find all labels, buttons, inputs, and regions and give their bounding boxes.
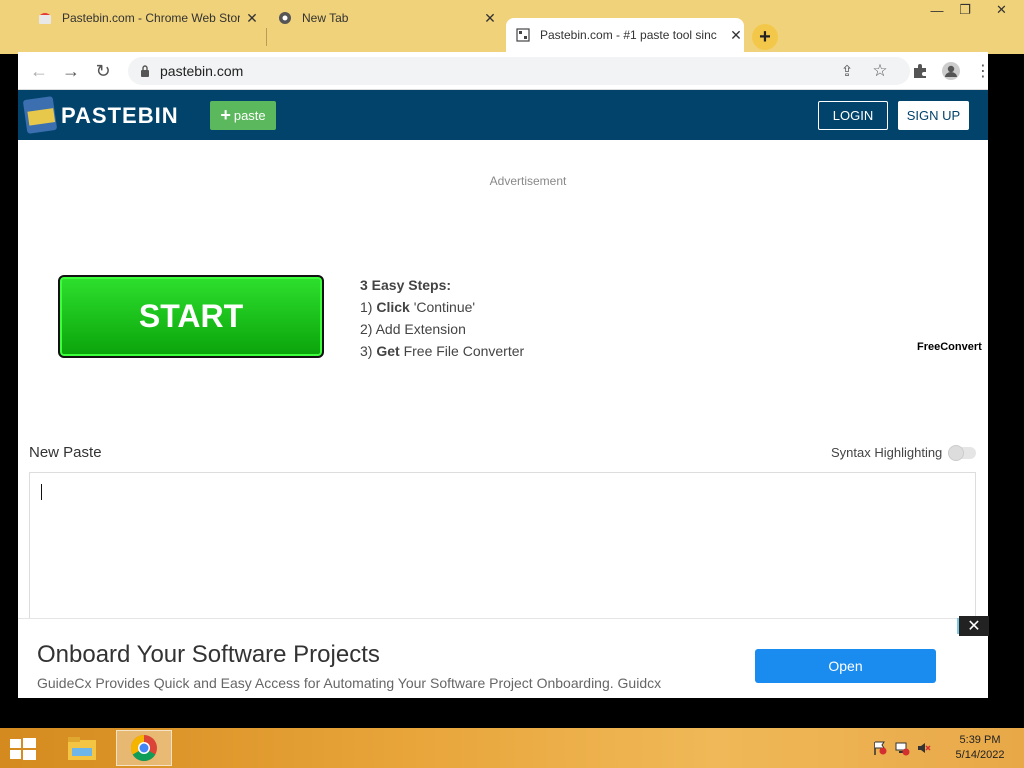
folder-icon (68, 737, 96, 760)
new-paste-button[interactable]: + paste (210, 101, 276, 130)
chrome-taskbar-button[interactable] (116, 730, 172, 766)
pastebin-favicon-icon (516, 28, 530, 42)
clock-date: 5/14/2022 (955, 749, 1005, 761)
profile-avatar-icon[interactable] (938, 58, 964, 84)
tab-new-tab[interactable]: New Tab ✕ (278, 2, 498, 34)
windows-start-icon[interactable] (8, 736, 38, 762)
clock-time: 5:39 PM (959, 734, 1001, 746)
brand-name[interactable]: PASTEBIN (61, 103, 179, 129)
advertisement-label: Advertisement (489, 174, 567, 188)
main-content: Advertisement START 3 Easy Steps: 1) Cli… (18, 140, 988, 618)
step-number: 2) (360, 321, 373, 337)
tab-pastebin-active[interactable]: Pastebin.com - #1 paste tool sinc ✕ (506, 18, 744, 52)
tab-close-icon[interactable]: ✕ (244, 10, 260, 27)
back-arrow-icon[interactable]: ← (26, 58, 52, 84)
ad-start-button[interactable]: START (58, 275, 324, 358)
file-explorer-taskbar-button[interactable] (54, 730, 110, 766)
close-window-button[interactable]: ✕ (979, 0, 1024, 20)
extensions-puzzle-icon[interactable] (907, 58, 933, 84)
login-button[interactable]: LOGIN (818, 101, 888, 130)
banner-close-icon[interactable]: ✕ (959, 616, 989, 636)
banner-ad-subtitle: GuideCx Provides Quick and Easy Access f… (37, 675, 662, 691)
step-text: Add Extension (375, 321, 466, 337)
steps-heading: 3 Easy Steps: (360, 277, 452, 293)
system-tray (872, 740, 932, 756)
step-text: 'Continue' (413, 299, 476, 315)
toggle-knob (948, 444, 965, 461)
maximize-button[interactable]: ❐ (950, 0, 980, 20)
new-paste-heading: New Paste (29, 444, 102, 461)
syntax-highlighting-control: Syntax Highlighting (831, 444, 977, 461)
tab-close-icon[interactable]: ✕ (728, 27, 744, 44)
step-text: Free File Converter (403, 343, 525, 359)
tab-separator (266, 28, 267, 46)
network-icon[interactable] (894, 740, 910, 756)
share-icon[interactable]: ⇪ (834, 58, 860, 84)
chrome-favicon-icon (279, 12, 291, 24)
reload-icon[interactable]: ↻ (90, 58, 116, 84)
ad-sponsor[interactable]: FreeConvert (917, 341, 982, 353)
tab-title: New Tab (302, 11, 349, 25)
pastebin-header: PASTEBIN + paste LOGIN SIGN UP (18, 90, 988, 140)
volume-muted-icon[interactable] (916, 740, 932, 756)
tab-title: Pastebin.com - Chrome Web Stor (62, 11, 240, 25)
forward-arrow-icon[interactable]: → (58, 58, 84, 84)
pastebin-logo-icon (23, 96, 57, 134)
step-3: 3) Get Free File Converter (360, 340, 524, 362)
system-clock[interactable]: 5:39 PM 5/14/2022 (945, 733, 1015, 763)
plus-icon: + (220, 105, 231, 125)
signup-button[interactable]: SIGN UP (898, 101, 969, 130)
syntax-highlighting-label: Syntax Highlighting (831, 445, 943, 460)
new-paste-label: paste (233, 108, 266, 123)
tab-pastebin-webstore[interactable]: Pastebin.com - Chrome Web Stor ✕ (38, 2, 260, 34)
url-text: pastebin.com (160, 63, 244, 79)
step-number: 1) (360, 299, 373, 315)
banner-ad-title[interactable]: Onboard Your Software Projects (37, 641, 380, 669)
step-1: 1) Click 'Continue' (360, 296, 524, 318)
menu-kebab-icon[interactable]: ⋮ (970, 58, 996, 84)
syntax-highlighting-toggle[interactable] (948, 444, 977, 461)
banner-ad[interactable]: Onboard Your Software Projects GuideCx P… (18, 618, 988, 698)
action-center-flag-icon[interactable] (872, 740, 888, 756)
tab-close-icon[interactable]: ✕ (482, 10, 498, 27)
browser-toolbar: ← → ↻ pastebin.com ⇪ ☆ ⋮ (18, 52, 991, 90)
lock-icon (141, 65, 149, 77)
text-caret (41, 484, 42, 500)
chrome-icon (130, 734, 157, 762)
tab-title: Pastebin.com - #1 paste tool sinc (540, 28, 717, 42)
step-bold: Get (376, 343, 400, 359)
paste-textarea[interactable] (29, 472, 976, 618)
step-2: 2) Add Extension (360, 318, 524, 340)
minimize-button[interactable]: — (922, 0, 952, 20)
webstore-favicon-icon (39, 13, 51, 24)
os-taskbar: 5:39 PM 5/14/2022 (0, 728, 1024, 768)
banner-open-button[interactable]: Open (755, 649, 936, 683)
step-bold: Click (376, 299, 410, 315)
bookmark-star-icon[interactable]: ☆ (867, 58, 893, 84)
ad-steps: 3 Easy Steps: 1) Click 'Continue' 2) Add… (360, 274, 524, 362)
new-tab-button[interactable]: + (752, 24, 778, 50)
step-number: 3) (360, 343, 373, 359)
address-bar[interactable]: pastebin.com (128, 57, 910, 85)
